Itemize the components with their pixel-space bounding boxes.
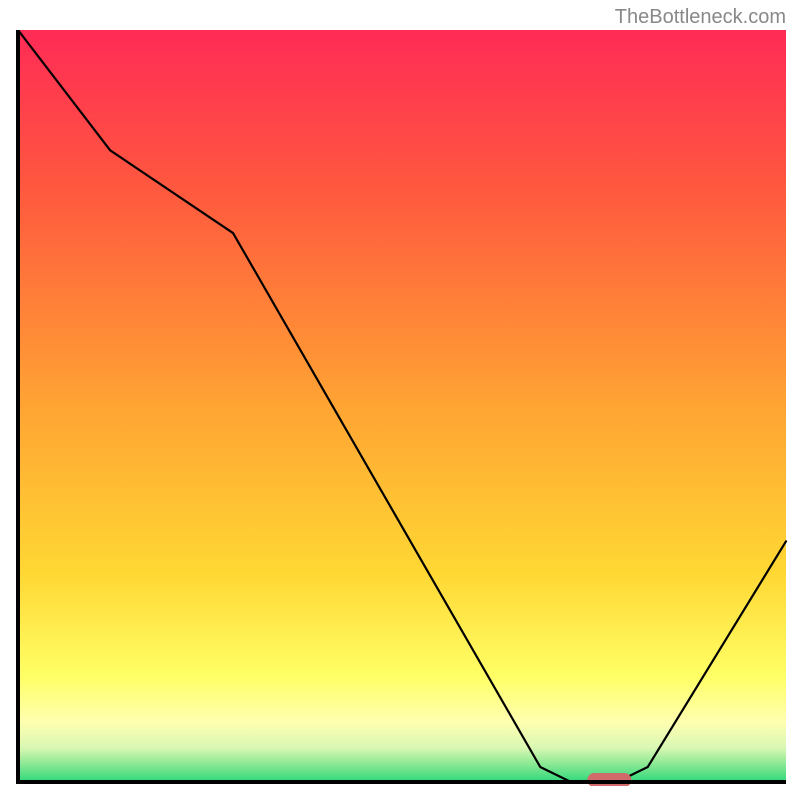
chart-svg [14,30,788,786]
watermark-text: TheBottleneck.com [615,6,786,29]
optimum-marker [587,773,631,786]
bottleneck-chart [14,30,788,786]
chart-background [18,30,786,782]
